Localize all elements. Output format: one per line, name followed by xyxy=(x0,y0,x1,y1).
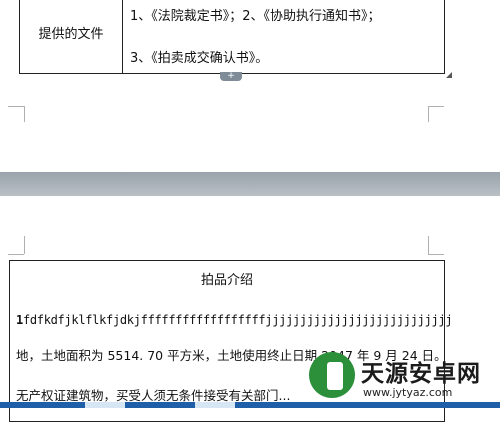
files-table: 提供的文件 1、《法院裁定书》；2、《协助执行通知书》； 3、《拍卖成交确认书》… xyxy=(19,0,445,74)
crop-mark xyxy=(428,106,429,122)
files-line-1[interactable]: 1、《法院裁定书》；2、《协助执行通知书》； xyxy=(130,5,381,24)
taskbar-item[interactable] xyxy=(85,402,125,408)
watermark-name: 天源安卓网 xyxy=(361,361,481,387)
android-logo-icon xyxy=(309,352,355,398)
table-resize-handle-icon[interactable] xyxy=(446,72,452,78)
typed-text: fdfkdfjklflkfjdkjffffffffffffffffffjjjjj… xyxy=(22,313,453,327)
watermark-url: www.jytyaz.com xyxy=(363,386,453,399)
taskbar-item[interactable] xyxy=(195,402,235,408)
document-page-top: 提供的文件 1、《法院裁定书》；2、《协助执行通知书》； 3、《拍卖成交确认书》… xyxy=(0,0,500,172)
bold-digit: 1 xyxy=(16,313,23,327)
add-row-button[interactable]: + xyxy=(220,72,242,81)
taskbar xyxy=(0,402,500,408)
files-line-2[interactable]: 3、《拍卖成交确认书》。 xyxy=(130,47,268,66)
crop-mark xyxy=(8,254,24,255)
crop-mark xyxy=(24,106,25,122)
crop-mark xyxy=(428,254,444,255)
logo-glyph xyxy=(327,362,343,390)
crop-mark xyxy=(24,236,25,254)
page-gap xyxy=(0,172,500,196)
item-intro-title[interactable]: 拍品介绍 xyxy=(10,269,444,288)
crop-mark xyxy=(428,106,444,107)
item-intro-text-1[interactable]: 1fdfkdfjklflkfjdkjffffffffffffffffffjjjj… xyxy=(16,313,453,327)
watermark: 天源安卓网 www.jytyaz.com xyxy=(305,350,500,408)
crop-mark xyxy=(428,236,429,254)
table-column-divider xyxy=(122,0,123,73)
crop-mark xyxy=(8,106,24,107)
files-label-cell[interactable]: 提供的文件 xyxy=(20,23,122,42)
